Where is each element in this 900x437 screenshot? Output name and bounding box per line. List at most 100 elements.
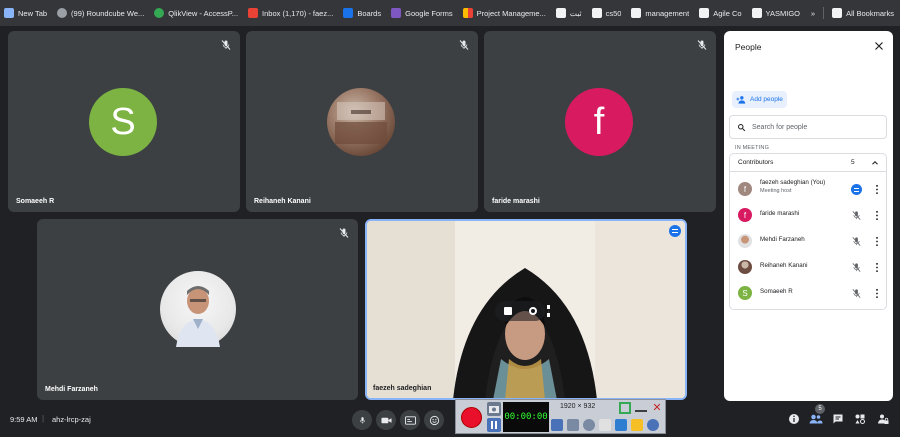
more-vert-icon[interactable] xyxy=(874,236,880,247)
speaking-indicator-icon xyxy=(851,184,862,195)
more-options-icon[interactable] xyxy=(547,305,550,317)
record-button[interactable] xyxy=(461,407,482,428)
bookmark-boards[interactable]: Boards xyxy=(343,8,381,18)
camera-glyph xyxy=(489,406,499,413)
bookmark-google-forms[interactable]: Google Forms xyxy=(391,8,453,18)
avatar: f xyxy=(738,182,752,196)
cursor-icon[interactable] xyxy=(599,419,611,431)
separator: | xyxy=(42,414,45,423)
section-label: IN MEETING xyxy=(735,145,770,151)
bookmark-roundcube[interactable]: (99) Roundcube We... xyxy=(57,8,144,18)
bookmark-label: Agile Co xyxy=(713,8,742,18)
close-icon[interactable]: ✕ xyxy=(651,402,663,414)
bookmark-folder[interactable]: Agile Co xyxy=(699,8,742,18)
bookmark-folder[interactable]: cs50 xyxy=(591,8,621,18)
camera-button[interactable] xyxy=(376,410,396,430)
participant-tile-somaeeh[interactable]: S Somaeeh R xyxy=(8,31,240,212)
bookmark-project-management[interactable]: Project Manageme... xyxy=(462,8,546,18)
bookmarks-overflow-button[interactable]: » xyxy=(811,9,815,18)
add-people-button[interactable]: Add people xyxy=(732,91,787,108)
settings-icon[interactable] xyxy=(647,419,659,431)
avatar xyxy=(738,234,752,248)
speaker-icon[interactable] xyxy=(551,419,563,431)
activities-button[interactable] xyxy=(852,411,868,427)
captions-button[interactable] xyxy=(400,410,420,430)
minimize-icon[interactable] xyxy=(635,402,647,412)
folder-icon xyxy=(751,8,762,18)
bookmark-label: Project Manageme... xyxy=(476,8,546,18)
list-item[interactable]: S Somaeeh R xyxy=(730,280,886,306)
meeting-details-button[interactable] xyxy=(786,411,802,427)
add-person-icon xyxy=(736,96,746,104)
bookmarks-bar: New Tab (99) Roundcube We... QlikView - … xyxy=(0,0,900,26)
meeting-code: ahz-lrcp-zaj xyxy=(52,415,91,424)
camera-icon[interactable] xyxy=(487,402,501,416)
qlikview-icon xyxy=(154,8,165,18)
pen-icon[interactable] xyxy=(615,419,627,431)
avatar: f xyxy=(565,88,633,156)
avatar xyxy=(327,88,395,156)
recording-resolution: 1920 × 932 xyxy=(560,403,596,410)
pause-icon xyxy=(491,421,497,429)
project-icon xyxy=(462,8,473,18)
webcam-icon[interactable] xyxy=(583,419,595,431)
chat-button[interactable] xyxy=(830,411,846,427)
list-item[interactable]: Mehdi Farzaneh xyxy=(730,228,886,254)
all-bookmarks-button[interactable]: All Bookmarks xyxy=(832,8,894,18)
person-name: Mehdi Farzaneh xyxy=(760,236,805,243)
participant-tile-faride[interactable]: f faride marashi xyxy=(484,31,716,212)
more-vert-icon[interactable] xyxy=(874,210,880,221)
participant-tile-mehdi[interactable]: Mehdi Farzaneh xyxy=(37,219,358,400)
panel-title: People xyxy=(735,42,762,52)
pause-button[interactable] xyxy=(487,418,501,432)
lock-person-icon xyxy=(878,414,889,424)
bookmark-folder[interactable]: management xyxy=(631,8,689,18)
avatar-initial: f xyxy=(593,100,605,143)
bookmark-label: ثبت xyxy=(569,8,582,18)
recording-timer: 00:00:00 xyxy=(503,402,549,432)
mic-off-icon xyxy=(852,289,861,298)
bookmark-folder[interactable]: YASMIGO xyxy=(751,8,800,18)
search-input[interactable]: Search for people xyxy=(729,115,887,139)
mic-button[interactable] xyxy=(352,410,372,430)
contributors-header[interactable]: Contributors 5 xyxy=(730,154,886,172)
list-item[interactable]: f faride marashi xyxy=(730,202,886,228)
folder-icon xyxy=(555,8,566,18)
participant-name: Reihaneh Kanani xyxy=(254,198,311,205)
more-vert-icon[interactable] xyxy=(874,288,880,299)
visual-effects-icon[interactable] xyxy=(528,307,537,315)
participant-tile-faezeh[interactable]: faezeh sadeghian xyxy=(365,219,687,400)
bookmark-label: management xyxy=(645,8,690,18)
people-panel: People Add people Search for people IN M… xyxy=(724,31,893,401)
host-controls-button[interactable] xyxy=(875,411,891,427)
list-item[interactable]: f faezeh sadeghian (You) Meeting host xyxy=(730,176,886,202)
folder-icon xyxy=(699,8,710,18)
chevron-up-icon[interactable] xyxy=(870,158,880,168)
folder-icon[interactable] xyxy=(631,419,643,431)
people-icon xyxy=(809,414,823,424)
bookmark-qlikview[interactable]: QlikView - AccessP... xyxy=(154,8,238,18)
bookmark-new-tab[interactable]: New Tab xyxy=(4,8,47,18)
microphone-icon[interactable] xyxy=(567,419,579,431)
mic-off-icon xyxy=(339,228,349,238)
more-vert-icon[interactable] xyxy=(874,184,880,195)
search-placeholder: Search for people xyxy=(752,123,808,131)
search-icon xyxy=(738,123,746,131)
close-icon[interactable] xyxy=(873,40,885,52)
more-vert-icon[interactable] xyxy=(874,262,880,273)
emoji-button[interactable] xyxy=(424,410,444,430)
group-count: 5 xyxy=(851,159,855,166)
bookmark-folder[interactable]: ثبت xyxy=(555,8,582,18)
folder-icon xyxy=(591,8,602,18)
avatar-initial: f xyxy=(743,184,747,194)
participant-tile-reihaneh[interactable]: Reihaneh Kanani xyxy=(246,31,478,212)
fullscreen-icon[interactable] xyxy=(619,402,631,414)
participants-badge: 5 xyxy=(815,404,825,414)
people-button[interactable]: 5 xyxy=(808,404,825,427)
add-people-label: Add people xyxy=(750,96,783,103)
participant-name: faezeh sadeghian xyxy=(373,385,432,392)
pin-icon[interactable] xyxy=(503,307,512,315)
list-item[interactable]: Reihaneh Kanani xyxy=(730,254,886,280)
folder-icon xyxy=(832,8,843,18)
bookmark-gmail[interactable]: Inbox (1,170) - faez... xyxy=(248,8,333,18)
